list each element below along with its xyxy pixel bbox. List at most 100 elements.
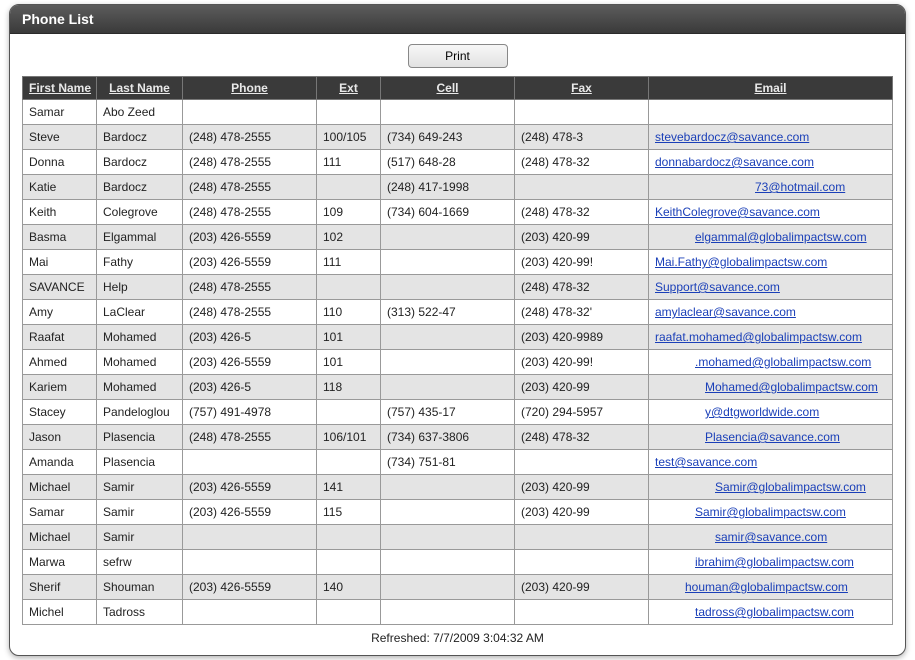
cell-phone: [183, 525, 317, 550]
col-fax[interactable]: Fax: [515, 77, 649, 100]
cell-phone: (203) 426-5559: [183, 575, 317, 600]
cell-ext: [317, 600, 381, 625]
cell-email: Support@savance.com: [649, 275, 893, 300]
email-link[interactable]: y@dtgworldwide.com: [705, 405, 819, 419]
cell-last-name: Bardocz: [97, 125, 183, 150]
cell-last-name: Pandeloglou: [97, 400, 183, 425]
refreshed-label: Refreshed: 7/7/2009 3:04:32 AM: [22, 625, 893, 647]
cell-ext: [317, 100, 381, 125]
print-button[interactable]: Print: [408, 44, 508, 68]
cell-fax: [515, 100, 649, 125]
cell-cell: [381, 475, 515, 500]
email-link[interactable]: KeithColegrove@savance.com: [655, 205, 820, 219]
email-link[interactable]: Samir@globalimpactsw.com: [715, 480, 866, 494]
cell-email: [649, 100, 893, 125]
email-link[interactable]: .mohamed@globalimpactsw.com: [695, 355, 871, 369]
content-area: Print First Name Last Name Phone Ext Cel…: [10, 34, 905, 655]
cell-last-name: Tadross: [97, 600, 183, 625]
cell-first-name: Sherif: [23, 575, 97, 600]
cell-email: tadross@globalimpactsw.com: [649, 600, 893, 625]
cell-last-name: Colegrove: [97, 200, 183, 225]
cell-ext: 111: [317, 250, 381, 275]
cell-phone: (248) 478-2555: [183, 125, 317, 150]
cell-fax: [515, 450, 649, 475]
cell-first-name: Marwa: [23, 550, 97, 575]
table-row: RaafatMohamed(203) 426-5101(203) 420-998…: [23, 325, 893, 350]
email-link[interactable]: samir@savance.com: [715, 530, 827, 544]
cell-fax: [515, 525, 649, 550]
cell-first-name: Steve: [23, 125, 97, 150]
email-link[interactable]: Mai.Fathy@globalimpactsw.com: [655, 255, 827, 269]
cell-cell: (757) 435-17: [381, 400, 515, 425]
cell-email: Samir@globalimpactsw.com: [649, 475, 893, 500]
cell-first-name: Michael: [23, 525, 97, 550]
table-row: SteveBardocz(248) 478-2555100/105(734) 6…: [23, 125, 893, 150]
email-link[interactable]: houman@globalimpactsw.com: [685, 580, 848, 594]
cell-phone: [183, 450, 317, 475]
email-link[interactable]: amylaclear@savance.com: [655, 305, 796, 319]
cell-phone: (203) 426-5559: [183, 500, 317, 525]
cell-first-name: Samar: [23, 500, 97, 525]
email-link[interactable]: 73@hotmail.com: [755, 180, 845, 194]
col-email[interactable]: Email: [649, 77, 893, 100]
cell-phone: (203) 426-5: [183, 325, 317, 350]
cell-fax: (203) 420-99: [515, 375, 649, 400]
cell-last-name: Plasencia: [97, 450, 183, 475]
cell-first-name: Michael: [23, 475, 97, 500]
email-link[interactable]: Samir@globalimpactsw.com: [695, 505, 846, 519]
col-first-name[interactable]: First Name: [23, 77, 97, 100]
table-row: MichelTadross tadross@globalimpactsw.com: [23, 600, 893, 625]
table-row: AmandaPlasencia(734) 751-81test@savance.…: [23, 450, 893, 475]
cell-fax: (248) 478-32: [515, 275, 649, 300]
email-link[interactable]: test@savance.com: [655, 455, 757, 469]
email-link[interactable]: raafat.mohamed@globalimpactsw.com: [655, 330, 862, 344]
cell-phone: [183, 100, 317, 125]
cell-cell: [381, 550, 515, 575]
col-last-name[interactable]: Last Name: [97, 77, 183, 100]
cell-fax: [515, 600, 649, 625]
cell-last-name: Samir: [97, 525, 183, 550]
phone-list-window: Phone List Print First Name Last Name Ph…: [9, 4, 906, 656]
cell-phone: (248) 478-2555: [183, 200, 317, 225]
cell-email: y@dtgworldwide.com: [649, 400, 893, 425]
col-cell[interactable]: Cell: [381, 77, 515, 100]
cell-ext: [317, 175, 381, 200]
cell-first-name: Raafat: [23, 325, 97, 350]
cell-first-name: Basma: [23, 225, 97, 250]
cell-last-name: Bardocz: [97, 175, 183, 200]
cell-fax: (203) 420-99: [515, 575, 649, 600]
cell-phone: [183, 550, 317, 575]
email-link[interactable]: donnabardocz@savance.com: [655, 155, 814, 169]
email-link[interactable]: tadross@globalimpactsw.com: [695, 605, 854, 619]
email-link[interactable]: Plasencia@savance.com: [705, 430, 840, 444]
cell-fax: (248) 478-3: [515, 125, 649, 150]
cell-cell: [381, 350, 515, 375]
cell-phone: (248) 478-2555: [183, 275, 317, 300]
cell-cell: [381, 275, 515, 300]
cell-email: Mohamed@globalimpactsw.com: [649, 375, 893, 400]
table-row: AhmedMohamed(203) 426-5559101(203) 420-9…: [23, 350, 893, 375]
cell-email: ibrahim@globalimpactsw.com: [649, 550, 893, 575]
email-link[interactable]: ibrahim@globalimpactsw.com: [695, 555, 854, 569]
cell-first-name: Michel: [23, 600, 97, 625]
table-row: KeithColegrove(248) 478-2555109(734) 604…: [23, 200, 893, 225]
cell-fax: (248) 478-32: [515, 425, 649, 450]
cell-last-name: LaClear: [97, 300, 183, 325]
cell-cell: [381, 375, 515, 400]
cell-last-name: Bardocz: [97, 150, 183, 175]
cell-email: .mohamed@globalimpactsw.com: [649, 350, 893, 375]
cell-cell: (734) 637-3806: [381, 425, 515, 450]
cell-first-name: Ahmed: [23, 350, 97, 375]
cell-last-name: Samir: [97, 500, 183, 525]
email-link[interactable]: elgammal@globalimpactsw.com: [695, 230, 867, 244]
email-link[interactable]: Support@savance.com: [655, 280, 780, 294]
cell-last-name: Elgammal: [97, 225, 183, 250]
cell-email: 73@hotmail.com: [649, 175, 893, 200]
email-link[interactable]: Mohamed@globalimpactsw.com: [705, 380, 878, 394]
cell-first-name: Jason: [23, 425, 97, 450]
col-ext[interactable]: Ext: [317, 77, 381, 100]
cell-phone: (203) 426-5559: [183, 250, 317, 275]
email-link[interactable]: stevebardocz@savance.com: [655, 130, 809, 144]
col-phone[interactable]: Phone: [183, 77, 317, 100]
cell-email: samir@savance.com: [649, 525, 893, 550]
